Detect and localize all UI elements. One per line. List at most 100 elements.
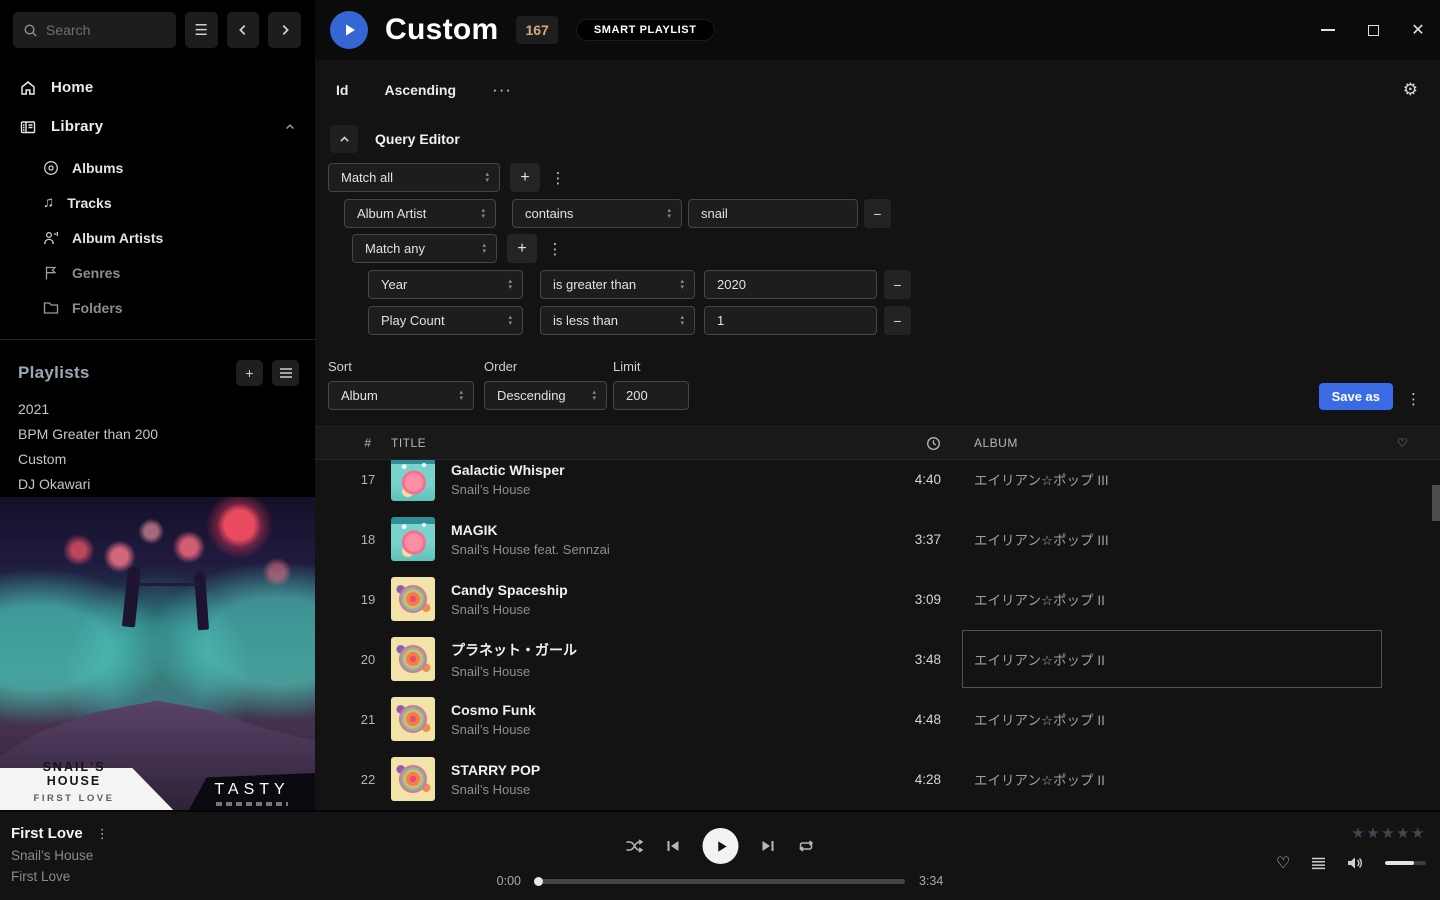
- sidebar-library-item[interactable]: ♫ Tracks: [0, 185, 315, 220]
- album-cell[interactable]: エイリアン☆ポップ III: [974, 510, 1380, 568]
- volume-icon[interactable]: [1347, 856, 1364, 870]
- sidebar-library-item[interactable]: Genres: [0, 255, 315, 290]
- playlist-item[interactable]: 2021: [18, 396, 297, 421]
- operator-select[interactable]: contains: [512, 199, 682, 228]
- add-rule-button[interactable]: +: [510, 163, 540, 192]
- match-select[interactable]: Match any: [352, 234, 497, 263]
- more-options-icon[interactable]: ···: [492, 80, 512, 100]
- now-playing-title[interactable]: First Love: [11, 825, 83, 842]
- sidebar-library-item[interactable]: Albums: [0, 150, 315, 185]
- field-select[interactable]: Album Artist: [344, 199, 496, 228]
- table-row[interactable]: 18 MAGIK Snail’s House feat. Sennzai 3:3…: [315, 509, 1440, 569]
- track-title[interactable]: Candy Spaceship: [451, 582, 871, 598]
- column-duration[interactable]: [926, 436, 941, 451]
- table-row[interactable]: 21 Cosmo Funk Snail’s House 4:48 エイリアン☆ポ…: [315, 689, 1440, 749]
- playlist-item[interactable]: Custom: [18, 446, 297, 471]
- album-cell[interactable]: エイリアン☆ポップ II: [974, 750, 1380, 808]
- seek-slider[interactable]: [535, 879, 905, 884]
- track-title[interactable]: STARRY POP: [451, 762, 871, 778]
- menu-button[interactable]: ☰: [185, 12, 218, 48]
- now-playing-artist[interactable]: Snail’s House: [11, 848, 109, 863]
- operator-select[interactable]: is greater than: [540, 270, 695, 299]
- track-artist[interactable]: Snail’s House: [451, 664, 871, 679]
- track-artist[interactable]: Snail’s House: [451, 602, 871, 617]
- previous-button[interactable]: [666, 839, 681, 853]
- repeat-button[interactable]: [798, 839, 815, 853]
- column-favorite-heart-icon[interactable]: ♡: [1397, 436, 1408, 450]
- field-select[interactable]: Year: [368, 270, 523, 299]
- group-menu-icon[interactable]: ⋮: [548, 169, 568, 187]
- playlist-list-button[interactable]: [272, 360, 299, 386]
- minimize-button[interactable]: [1320, 22, 1336, 38]
- track-title[interactable]: プラネット・ガール: [451, 640, 871, 660]
- remove-rule-button[interactable]: −: [884, 270, 911, 299]
- value-input[interactable]: [688, 199, 858, 228]
- playlist-item[interactable]: BPM Greater than 200: [18, 421, 297, 446]
- track-artist[interactable]: Snail’s House feat. Sennzai: [451, 542, 871, 557]
- volume-slider[interactable]: [1385, 861, 1426, 865]
- match-select[interactable]: Match all: [328, 163, 500, 192]
- album-cell[interactable]: エイリアン☆ポップ II: [974, 690, 1380, 748]
- search-field[interactable]: [46, 22, 156, 38]
- maximize-button[interactable]: [1365, 22, 1381, 38]
- track-title[interactable]: Cosmo Funk: [451, 702, 871, 718]
- shuffle-button[interactable]: [626, 838, 644, 854]
- play-pause-button[interactable]: [703, 828, 739, 864]
- sort-direction-button[interactable]: Ascending: [384, 82, 456, 98]
- seek-handle[interactable]: [534, 877, 543, 886]
- table-row[interactable]: 22 STARRY POP Snail’s House 4:28 エイリアン☆ポ…: [315, 749, 1440, 809]
- save-as-button[interactable]: Save as: [1319, 383, 1393, 410]
- order-select[interactable]: Descending: [484, 381, 607, 410]
- sort-field-button[interactable]: Id: [336, 82, 348, 98]
- album-cell[interactable]: エイリアン☆ポップ III: [974, 460, 1380, 508]
- playlist-item[interactable]: DJ Okawari: [18, 471, 297, 496]
- sort-select[interactable]: Album: [328, 381, 474, 410]
- sidebar-library-item[interactable]: Folders: [0, 290, 315, 325]
- next-button[interactable]: [761, 839, 776, 853]
- track-title[interactable]: Galactic Whisper: [451, 462, 871, 478]
- column-index[interactable]: #: [345, 436, 391, 450]
- sidebar-item-library[interactable]: Library: [0, 107, 315, 146]
- query-editor-collapse-button[interactable]: [330, 125, 358, 153]
- group-menu-icon[interactable]: ⋮: [545, 240, 565, 258]
- track-title[interactable]: MAGIK: [451, 522, 871, 538]
- add-playlist-button[interactable]: +: [236, 360, 263, 386]
- collapse-library-icon[interactable]: [284, 121, 296, 133]
- column-album[interactable]: ALBUM: [974, 436, 1380, 450]
- save-menu-icon[interactable]: ⋮: [1406, 390, 1421, 408]
- remove-rule-button[interactable]: −: [884, 306, 911, 335]
- remove-rule-button[interactable]: −: [864, 199, 891, 228]
- sidebar-item-home[interactable]: Home: [0, 68, 315, 107]
- album-cell[interactable]: エイリアン☆ポップ II: [962, 630, 1382, 688]
- scrollbar-thumb[interactable]: [1432, 485, 1440, 521]
- track-artist[interactable]: Snail’s House: [451, 722, 871, 737]
- gear-icon[interactable]: ⚙: [1403, 80, 1418, 100]
- limit-input[interactable]: [613, 381, 689, 410]
- value-input[interactable]: [704, 270, 877, 299]
- value-input[interactable]: [704, 306, 877, 335]
- play-playlist-button[interactable]: [330, 11, 368, 49]
- close-button[interactable]: ✕: [1410, 22, 1426, 38]
- add-rule-button[interactable]: +: [507, 234, 537, 263]
- now-playing-menu-icon[interactable]: ⋮: [96, 826, 109, 842]
- nav-forward-button[interactable]: [268, 12, 301, 48]
- now-playing-album[interactable]: First Love: [11, 869, 109, 884]
- album-cell[interactable]: エイリアン☆ポップ II: [974, 570, 1380, 628]
- track-index: 17: [345, 472, 391, 487]
- queue-button[interactable]: [1311, 857, 1326, 870]
- table-row[interactable]: 19 Candy Spaceship Snail’s House 3:09 エイ…: [315, 569, 1440, 629]
- track-artist[interactable]: Snail’s House: [451, 482, 871, 497]
- track-index: 18: [345, 532, 391, 547]
- operator-select[interactable]: is less than: [540, 306, 695, 335]
- favorite-button[interactable]: ♡: [1276, 853, 1290, 873]
- now-playing-artwork[interactable]: SNAIL'S HOUSE FIRST LOVE TASTY: [0, 497, 315, 810]
- track-artist[interactable]: Snail’s House: [451, 782, 871, 797]
- rating-stars[interactable]: ★★★★★: [1276, 824, 1426, 842]
- nav-back-button[interactable]: [227, 12, 260, 48]
- sidebar-library-item[interactable]: Album Artists: [0, 220, 315, 255]
- table-row[interactable]: 20 プラネット・ガール Snail’s House 3:48 エイリアン☆ポッ…: [315, 629, 1440, 689]
- column-title[interactable]: TITLE: [391, 436, 871, 450]
- field-select[interactable]: Play Count: [368, 306, 523, 335]
- search-input[interactable]: [13, 12, 176, 48]
- table-row[interactable]: 17 Galactic Whisper Snail’s House 4:40 エ…: [315, 460, 1440, 509]
